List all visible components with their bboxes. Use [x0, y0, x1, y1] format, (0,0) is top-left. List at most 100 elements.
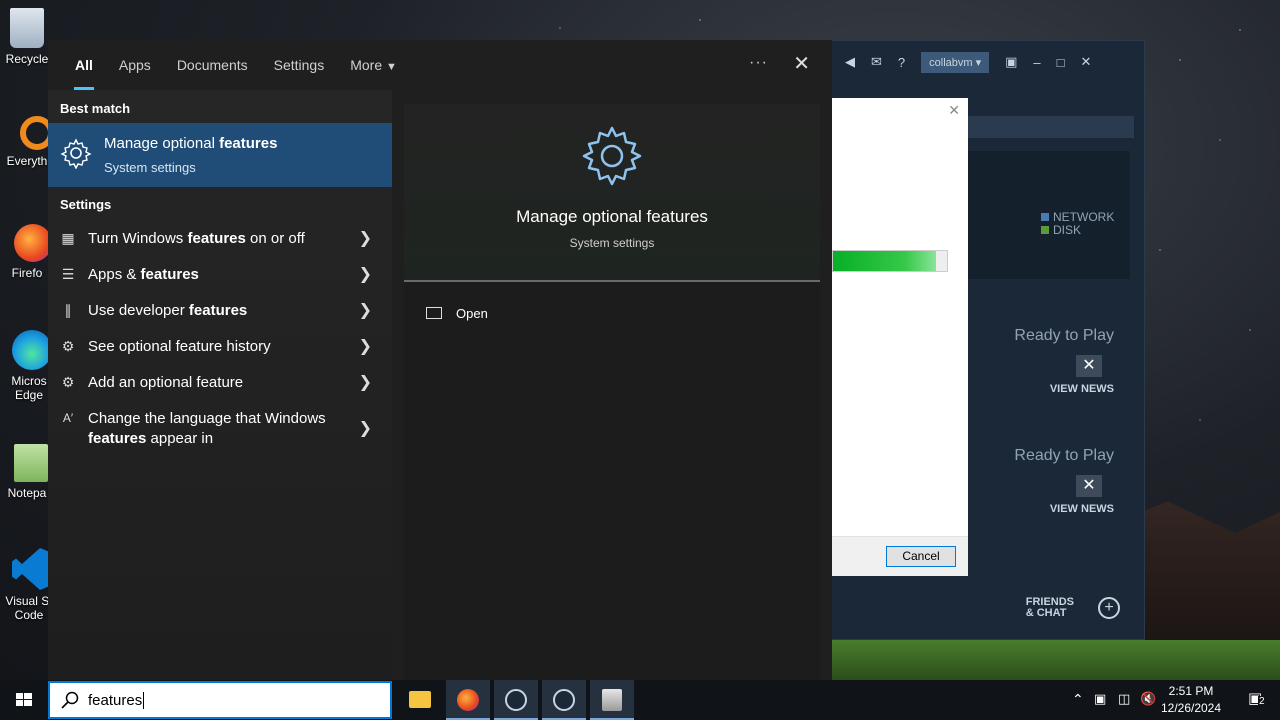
open-action[interactable]: Open: [426, 302, 488, 324]
progress-bar: [832, 250, 948, 272]
desktop-icon-everything[interactable]: Everyth: [0, 116, 54, 168]
label-text: Use developer: [88, 302, 189, 319]
settings-result-change-language[interactable]: A′ Change the language that Windows feat…: [48, 400, 392, 456]
tab-more[interactable]: More ▼: [337, 40, 410, 90]
cancel-button[interactable]: Cancel: [886, 546, 956, 567]
close-icon[interactable]: ✕: [1081, 54, 1092, 70]
notification-center-button[interactable]: ▣ 2: [1246, 689, 1268, 711]
notepad-icon: [14, 444, 48, 482]
remove-button[interactable]: ✕: [1076, 355, 1102, 377]
game-status: Ready to Play: [1014, 447, 1114, 464]
steam-taskbar-button[interactable]: [494, 680, 538, 720]
chevron-right-icon[interactable]: ❯: [359, 264, 372, 284]
screen-mode-icon[interactable]: ▣: [1005, 54, 1017, 70]
tab-more-label: More: [350, 57, 383, 73]
steam-title-bar: ◀ ✉ ? collabvm ▾ ▣ – □ ✕: [831, 41, 1144, 83]
preview-header: Manage optional features System settings: [404, 104, 820, 282]
desktop-icon-vscode[interactable]: Visual St Code: [0, 548, 54, 622]
results-list: Best match Manage optional features Syst…: [48, 90, 392, 680]
settings-result-add-feature[interactable]: ⚙ Add an optional feature ❯: [48, 364, 392, 400]
taskbar: features ⌃ ▣ ◫ 🔇 2:51 PM 12/26/2024 ▣ 2: [0, 680, 1280, 720]
language-icon: A′: [62, 411, 74, 425]
settings-heading: Settings: [60, 197, 112, 212]
help-icon[interactable]: ?: [898, 55, 905, 70]
chevron-up-icon[interactable]: ⌃: [1072, 691, 1084, 708]
file-explorer-button[interactable]: [398, 680, 442, 720]
installer-taskbar-button[interactable]: [590, 680, 634, 720]
remove-button[interactable]: ✕: [1076, 475, 1102, 497]
gear-icon: ⚙: [61, 338, 75, 354]
update-icon[interactable]: ▣: [1094, 691, 1106, 707]
result-label: See optional feature history: [88, 337, 338, 357]
result-label: Apps & features: [88, 265, 338, 285]
tab-documents[interactable]: Documents: [164, 40, 261, 90]
label-text: appear in: [146, 430, 214, 447]
apps-list-icon: ☰: [61, 266, 75, 282]
close-icon[interactable]: ✕: [793, 51, 810, 76]
maximize-icon[interactable]: □: [1057, 55, 1065, 70]
desktop-icon-firefox[interactable]: Firefo: [0, 224, 54, 280]
chevron-right-icon[interactable]: ❯: [359, 300, 372, 320]
chevron-right-icon[interactable]: ❯: [359, 418, 372, 438]
label-text: on or off: [245, 230, 305, 247]
network-icon[interactable]: ◫: [1118, 691, 1130, 707]
gear-icon: [60, 138, 92, 169]
steam-taskbar-button-2[interactable]: [542, 680, 586, 720]
settings-result-apps-features[interactable]: ☰ Apps & features ❯: [48, 256, 392, 292]
view-news-link[interactable]: VIEW NEWS: [1050, 503, 1114, 515]
game-status: Ready to Play: [1014, 327, 1114, 344]
chevron-right-icon[interactable]: ❯: [359, 228, 372, 248]
result-label: Turn Windows features on or off: [88, 229, 338, 249]
chevron-right-icon[interactable]: ❯: [359, 336, 372, 356]
preview-pane: Manage optional features System settings…: [404, 104, 820, 680]
clock-date: 12/26/2024: [1160, 701, 1222, 715]
more-options-icon[interactable]: ···: [749, 54, 768, 72]
tab-all[interactable]: All: [62, 40, 106, 90]
friends-chat-button[interactable]: FRIENDS & CHAT: [1026, 597, 1074, 619]
label-text: Add an optional feature: [88, 374, 244, 391]
vscode-icon: [12, 548, 52, 590]
account-menu[interactable]: collabvm ▾: [921, 51, 990, 73]
clock-time: 2:51 PM: [1168, 684, 1214, 698]
dialog-footer: Cancel: [832, 536, 968, 576]
desktop-icon-label: Visual St Code: [5, 594, 53, 622]
toggle-features-icon: ▦: [61, 230, 75, 246]
settings-result-feature-history[interactable]: ⚙ See optional feature history ❯: [48, 328, 392, 364]
close-icon[interactable]: ✕: [948, 102, 960, 119]
legend-disk: DISK: [1041, 224, 1114, 237]
label-match: features: [88, 430, 147, 447]
search-input[interactable]: features: [88, 692, 145, 709]
taskbar-search-box[interactable]: features: [48, 681, 392, 719]
tab-settings[interactable]: Settings: [261, 40, 338, 90]
desktop-icon-edge[interactable]: Micros Edge: [0, 330, 54, 402]
recycle-bin-icon: [10, 8, 44, 48]
start-button[interactable]: [0, 680, 48, 720]
label-match: features: [140, 266, 199, 283]
tab-apps[interactable]: Apps: [106, 40, 164, 90]
desktop-icon-label: Everyth: [6, 154, 48, 168]
view-news-link[interactable]: VIEW NEWS: [1050, 383, 1114, 395]
clock[interactable]: 2:51 PM 12/26/2024: [1154, 683, 1228, 717]
desktop-icon-notepad[interactable]: Notepa: [0, 444, 54, 500]
minimize-icon[interactable]: –: [1033, 55, 1040, 70]
desktop-icon-recycle-bin[interactable]: Recycle: [0, 8, 54, 66]
developer-tools-icon: ∥: [64, 302, 72, 318]
firefox-icon: [14, 224, 52, 262]
folder-icon: [409, 691, 431, 708]
add-friend-icon[interactable]: +: [1098, 597, 1120, 619]
settings-result-turn-windows-features[interactable]: ▦ Turn Windows features on or off ❯: [48, 220, 392, 256]
announcement-icon[interactable]: ◀: [845, 54, 855, 70]
best-match-result[interactable]: Manage optional features System settings: [48, 123, 392, 187]
firefox-taskbar-button[interactable]: [446, 680, 490, 720]
best-match-subtitle: System settings: [104, 160, 196, 175]
windows-logo-icon: [16, 693, 32, 706]
mail-icon[interactable]: ✉: [871, 54, 882, 70]
edge-icon: [12, 330, 52, 370]
graph-legend: NETWORK DISK: [1041, 211, 1114, 237]
result-label: Add an optional feature: [88, 373, 338, 393]
chevron-right-icon[interactable]: ❯: [359, 372, 372, 392]
label-text: Apps &: [88, 266, 141, 283]
settings-result-developer-features[interactable]: ∥ Use developer features ❯: [48, 292, 392, 328]
progress-fill: [833, 251, 936, 271]
label-text: Change the language that Windows: [88, 410, 326, 427]
